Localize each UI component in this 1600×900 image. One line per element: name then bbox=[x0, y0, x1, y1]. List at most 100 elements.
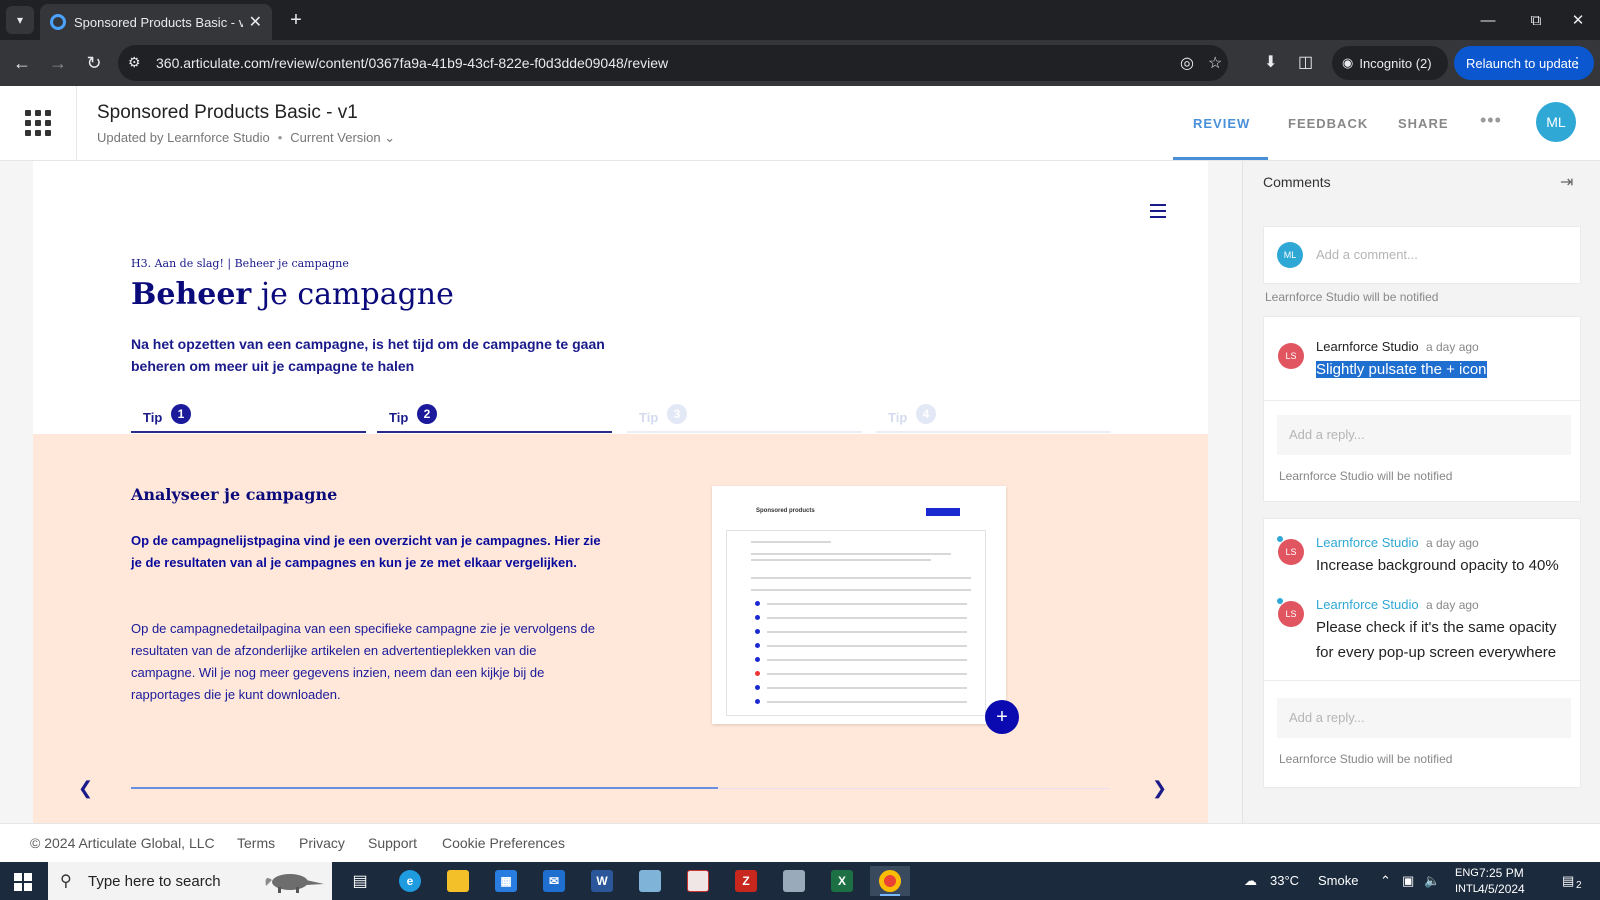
avatar: ML bbox=[1277, 242, 1303, 268]
screenshot-title: Sponsored products bbox=[756, 508, 815, 514]
back-icon[interactable]: ← bbox=[8, 49, 36, 77]
previous-arrow-icon[interactable]: ❮ bbox=[78, 778, 93, 799]
clock-time: 7:25 PM bbox=[1479, 866, 1524, 880]
bookmark-star-icon[interactable]: ☆ bbox=[1208, 53, 1222, 73]
clock-date: 4/5/2024 bbox=[1478, 882, 1525, 896]
user-avatar[interactable]: ML bbox=[1536, 102, 1576, 142]
system-clock[interactable]: 7:25 PM 4/5/2024 bbox=[1478, 865, 1525, 897]
footer-link-privacy[interactable]: Privacy bbox=[299, 835, 345, 851]
weather-icon[interactable]: ☁ bbox=[1244, 873, 1257, 889]
footer-link-cookie-preferences[interactable]: Cookie Preferences bbox=[442, 835, 565, 851]
close-window-icon[interactable]: ✕ bbox=[1560, 6, 1596, 34]
app-launcher-icon[interactable] bbox=[25, 110, 51, 136]
tip-label: Tip bbox=[639, 410, 659, 425]
comment-time: a day ago bbox=[1426, 598, 1479, 612]
avatar: LS bbox=[1278, 539, 1304, 565]
reply-input[interactable]: Add a reply... bbox=[1277, 415, 1571, 455]
windows-taskbar: ⚲ Type here to search ▤ e ▦ ✉ W Z X ☁ 33… bbox=[0, 862, 1600, 900]
taskbar-search[interactable]: ⚲ Type here to search bbox=[48, 862, 332, 900]
version-dropdown[interactable]: Current Version ⌄ bbox=[290, 130, 395, 145]
mail-icon[interactable]: ✉ bbox=[534, 866, 574, 896]
next-arrow-icon[interactable]: ❯ bbox=[1152, 778, 1167, 799]
incognito-label: Incognito (2) bbox=[1359, 55, 1432, 71]
volume-icon[interactable]: 🔈 bbox=[1424, 873, 1440, 889]
comment-author[interactable]: Learnforce Studio bbox=[1316, 597, 1419, 612]
excel-icon[interactable]: X bbox=[822, 866, 862, 896]
word-icon[interactable]: W bbox=[582, 866, 622, 896]
tip-label: Tip bbox=[389, 410, 409, 425]
page-footer: © 2024 Articulate Global, LLC Terms Priv… bbox=[0, 823, 1600, 861]
header-divider bbox=[76, 86, 77, 161]
side-panel-icon[interactable]: ◫ bbox=[1298, 52, 1313, 72]
collapse-panel-icon[interactable]: ⇥ bbox=[1560, 172, 1573, 192]
address-bar[interactable]: ⚙ 360.articulate.com/review/content/0367… bbox=[118, 45, 1228, 81]
notifications-icon[interactable]: ▤ bbox=[1562, 873, 1574, 889]
new-tab-icon[interactable]: + bbox=[282, 6, 310, 34]
footer-link-terms[interactable]: Terms bbox=[237, 835, 275, 851]
language-indicator[interactable]: ENG INTL bbox=[1455, 865, 1479, 897]
app-blue-icon[interactable] bbox=[630, 866, 670, 896]
panel-lead: Op de campagnelijstpagina vind je een ov… bbox=[131, 533, 601, 570]
forward-icon[interactable]: → bbox=[44, 49, 72, 77]
tab-title: Sponsored Products Basic - v1 | bbox=[74, 14, 243, 30]
task-view-icon[interactable]: ▤ bbox=[340, 866, 380, 896]
minimize-icon[interactable]: — bbox=[1470, 6, 1506, 34]
comment-author[interactable]: Learnforce Studio bbox=[1316, 535, 1419, 550]
add-hotspot-button[interactable]: + bbox=[985, 700, 1019, 734]
slide-breadcrumb: H3. Aan de slag! | Beheer je campagne bbox=[131, 257, 349, 270]
incognito-icon: ◉ bbox=[1342, 55, 1354, 70]
browser-tab-active[interactable]: Sponsored Products Basic - v1 | ✕ bbox=[40, 4, 272, 40]
photo-app-icon[interactable] bbox=[678, 866, 718, 896]
tab-share[interactable]: SHARE bbox=[1398, 116, 1449, 131]
more-options-icon[interactable]: ••• bbox=[1480, 110, 1502, 131]
filezilla-icon[interactable]: Z bbox=[726, 866, 766, 896]
relaunch-label: Relaunch to update bbox=[1466, 55, 1579, 71]
eye-off-icon[interactable]: ◎ bbox=[1180, 53, 1194, 73]
reload-icon[interactable]: ↻ bbox=[80, 49, 108, 77]
lang-line1: ENG bbox=[1455, 867, 1479, 879]
site-info-icon[interactable]: ⚙ bbox=[128, 54, 141, 71]
updated-by: Updated by Learnforce Studio bbox=[97, 130, 270, 145]
browser-toolbar: ← → ↻ ⚙ 360.articulate.com/review/conten… bbox=[0, 40, 1600, 86]
comments-title: Comments bbox=[1263, 174, 1331, 190]
footer-link-support[interactable]: Support bbox=[368, 835, 417, 851]
windows-start-icon[interactable] bbox=[14, 873, 32, 891]
reply-placeholder: Add a reply... bbox=[1289, 710, 1365, 725]
tip-number: 3 bbox=[667, 404, 687, 424]
network-icon[interactable]: ▣ bbox=[1402, 873, 1414, 889]
chrome-menu-icon[interactable]: ⋮ bbox=[1570, 54, 1584, 71]
chrome-icon[interactable] bbox=[870, 866, 910, 896]
comment-input[interactable]: Add a comment... bbox=[1316, 247, 1418, 262]
file-explorer-icon[interactable] bbox=[438, 866, 478, 896]
download-icon[interactable]: ⬇ bbox=[1264, 52, 1277, 72]
new-comment-card[interactable]: ML Add a comment... bbox=[1263, 226, 1581, 284]
store-icon[interactable]: ▦ bbox=[486, 866, 526, 896]
tip-tab-4[interactable]: Tip 4 bbox=[876, 400, 1111, 433]
reply-placeholder: Add a reply... bbox=[1289, 427, 1365, 442]
bird-app-icon[interactable] bbox=[774, 866, 814, 896]
tab-search-icon[interactable]: ▾ bbox=[6, 6, 34, 34]
tip-tab-2[interactable]: Tip 2 bbox=[377, 400, 612, 433]
notification-count: 2 bbox=[1576, 880, 1582, 891]
tab-review[interactable]: REVIEW bbox=[1193, 116, 1250, 131]
relaunch-button[interactable]: Relaunch to update ⋮ bbox=[1454, 46, 1594, 80]
close-tab-icon[interactable]: ✕ bbox=[249, 12, 262, 32]
incognito-badge[interactable]: ◉ Incognito (2) bbox=[1332, 46, 1448, 80]
tip-number: 2 bbox=[417, 404, 437, 424]
progress-fill bbox=[131, 787, 718, 789]
course-meta: Updated by Learnforce Studio • Current Ver… bbox=[97, 130, 396, 145]
reply-input[interactable]: Add a reply... bbox=[1277, 698, 1571, 738]
tab-feedback[interactable]: FEEDBACK bbox=[1288, 116, 1368, 131]
version-label: Current Version bbox=[290, 130, 381, 145]
menu-icon[interactable] bbox=[1150, 204, 1166, 218]
comment-author: Learnforce Studio bbox=[1316, 339, 1419, 354]
tip-tab-1[interactable]: Tip 1 bbox=[131, 400, 366, 433]
tip-tab-3[interactable]: Tip 3 bbox=[627, 400, 862, 433]
restore-icon[interactable]: ⧉ bbox=[1518, 6, 1554, 34]
highlighted-text: Slightly pulsate the + icon bbox=[1316, 361, 1487, 378]
heading-bold: Beheer bbox=[131, 277, 252, 312]
thread-divider bbox=[1264, 680, 1580, 681]
edge-icon[interactable]: e bbox=[390, 866, 430, 896]
chevron-up-icon[interactable]: ⌃ bbox=[1380, 873, 1391, 889]
lang-line2: INTL bbox=[1455, 883, 1479, 895]
